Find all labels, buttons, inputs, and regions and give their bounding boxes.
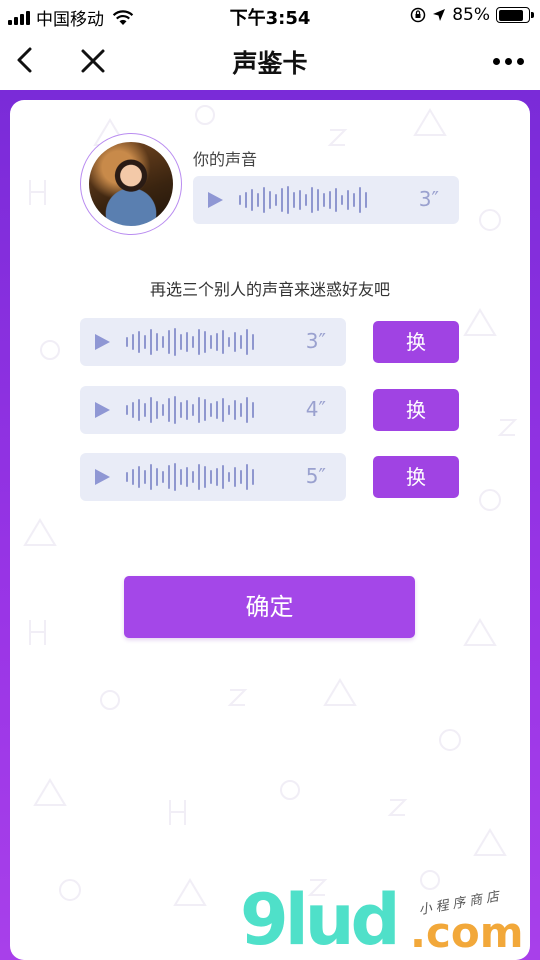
play-icon[interactable] [92,332,112,352]
voice-card: 你的声音 3″ 再选三个别人的声音来迷惑好友吧 3″ 换 4″ 换 5″ 换 确… [10,100,530,960]
swap-button-1[interactable]: 换 [373,321,459,363]
voice-duration: 3″ [305,329,326,353]
battery-icon [496,7,534,23]
swap-button-3[interactable]: 换 [373,456,459,498]
watermark-brand: 9lud [240,879,401,960]
avatar-frame [80,133,182,235]
voice-duration: 5″ [305,464,326,488]
page-title: 声鉴卡 [232,49,308,78]
your-voice-player[interactable]: 3″ [193,176,459,224]
play-icon[interactable] [92,467,112,487]
your-voice-label: 你的声音 [193,150,258,169]
play-icon[interactable] [205,190,225,210]
background-pattern [23,105,518,906]
swap-button-2[interactable]: 换 [373,389,459,431]
waveform [126,395,254,425]
nav-bar: 声鉴卡 [0,32,540,90]
watermark-logo: 9lud .com 小程序商店 [240,880,540,960]
orientation-lock-icon [410,7,426,23]
waveform [239,185,367,215]
avatar[interactable] [89,142,173,226]
confirm-button[interactable]: 确定 [124,576,415,638]
location-icon [433,9,446,21]
option-voice-player-1[interactable]: 3″ [80,318,346,366]
battery-percent: 85% [452,5,490,25]
play-icon[interactable] [92,400,112,420]
more-icon[interactable] [493,58,524,65]
voice-duration: 4″ [305,397,326,421]
voice-duration: 3″ [418,187,439,211]
option-voice-player-2[interactable]: 4″ [80,386,346,434]
option-voice-player-3[interactable]: 5″ [80,453,346,501]
instruction-text: 再选三个别人的声音来迷惑好友吧 [149,280,390,299]
waveform [126,327,254,357]
waveform [126,462,254,492]
status-bar: 中国移动 下午3:54 85% [0,0,540,32]
